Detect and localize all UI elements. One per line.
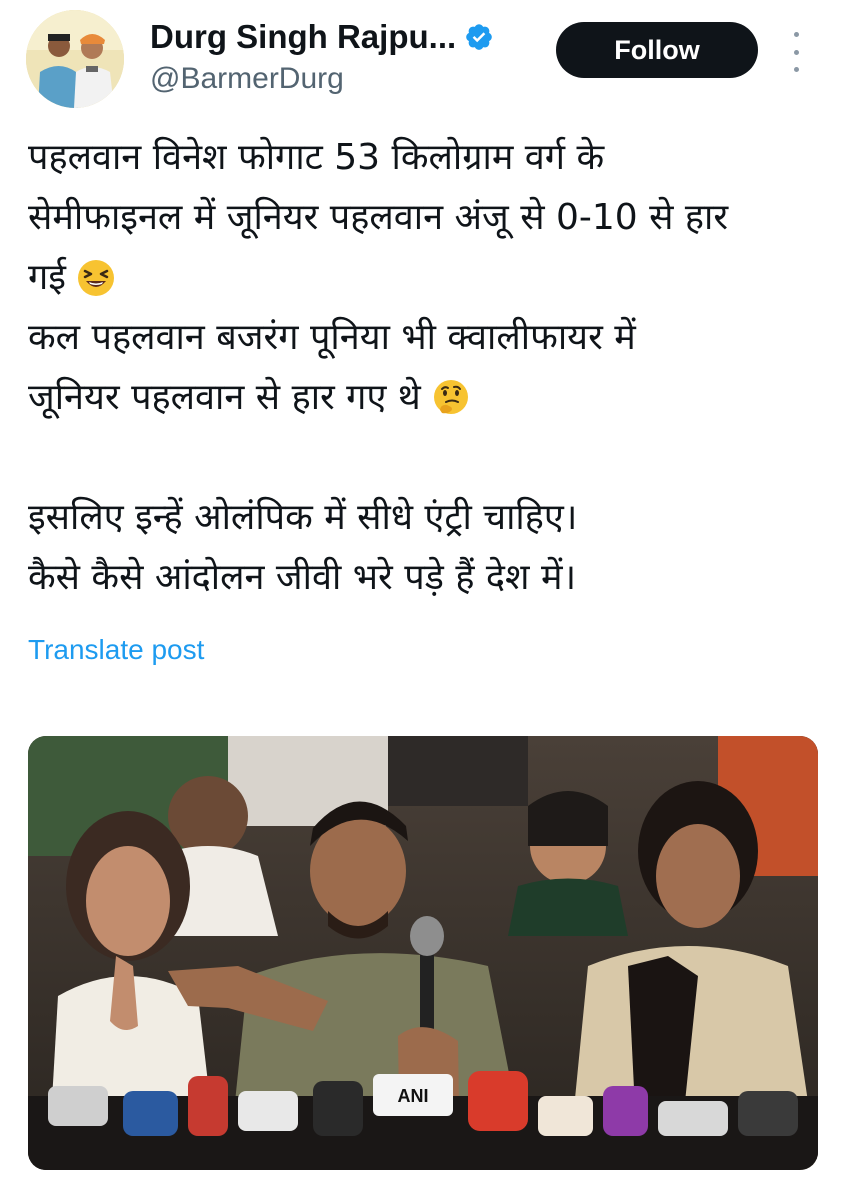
post-text-line-1: सेमीफाइनल में जूनियर पहलवान अंजू से 0-10… — [28, 197, 729, 238]
post-text: पहलवान विनेश फोगाट 53 किलोग्राम वर्ग के … — [28, 128, 828, 608]
more-dot — [793, 32, 799, 37]
more-vertical-icon[interactable] — [784, 32, 808, 72]
laughing-emoji-icon — [77, 260, 114, 296]
display-name[interactable]: Durg Singh Rajpu... — [150, 18, 456, 56]
post-card: Durg Singh Rajpu... @BarmerDurg Follow प… — [0, 0, 846, 1200]
more-dot — [793, 67, 799, 72]
thinking-emoji-icon — [433, 380, 468, 414]
post-text-line: पहलवान विनेश फोगाट 53 किलोग्राम वर्ग के — [28, 128, 828, 188]
verified-badge-icon — [466, 24, 492, 50]
post-text-line: कल पहलवान बजरंग पूनिया भी क्वालीफायर में — [28, 308, 828, 368]
post-text-line-4: जूनियर पहलवान से हार गए थे — [28, 377, 421, 418]
post-text-line: कैसे कैसे आंदोलन जीवी भरे पड़े हैं देश म… — [28, 548, 828, 608]
post-text-spacer — [28, 428, 828, 488]
post-media-photo[interactable]: ANI — [28, 736, 818, 1170]
post-text-line: सेमीफाइनल में जूनियर पहलवान अंजू से 0-10… — [28, 188, 828, 248]
post-text-line: जूनियर पहलवान से हार गए थे — [28, 368, 828, 428]
post-text-line: गई — [28, 248, 828, 308]
post-text-line-6: इसलिए इन्हें ओलंपिक में सीधे एंट्री चाहि… — [28, 497, 578, 538]
translate-post-link[interactable]: Translate post — [28, 634, 204, 666]
press-conference-photo-icon: ANI — [28, 736, 818, 1170]
follow-button[interactable]: Follow — [556, 22, 758, 78]
post-text-line-2: गई — [28, 257, 66, 298]
post-text-line-7: कैसे कैसे आंदोलन जीवी भरे पड़े हैं देश म… — [28, 557, 577, 598]
more-dot — [793, 49, 799, 55]
user-handle[interactable]: @BarmerDurg — [150, 62, 344, 96]
display-name-row: Durg Singh Rajpu... — [150, 18, 494, 56]
avatar[interactable] — [26, 10, 124, 108]
mic-logo-text: ANI — [398, 1086, 429, 1106]
post-text-line-0: पहलवान विनेश फोगाट 53 किलोग्राम वर्ग के — [28, 137, 605, 178]
profile-photo-avatar-icon — [26, 10, 124, 108]
post-text-line: इसलिए इन्हें ओलंपिक में सीधे एंट्री चाहि… — [28, 488, 828, 548]
post-text-line-3: कल पहलवान बजरंग पूनिया भी क्वालीफायर में — [28, 317, 636, 358]
